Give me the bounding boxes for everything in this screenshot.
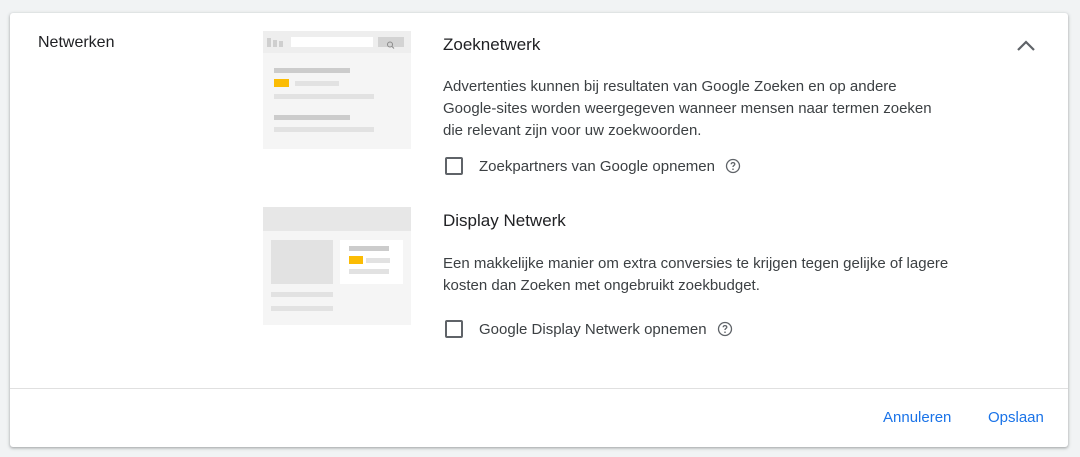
chevron-up-icon bbox=[1017, 40, 1035, 51]
description-line: Google-sites worden weergegeven wanneer … bbox=[443, 100, 932, 117]
section-label: Netwerken bbox=[38, 34, 115, 51]
display-network-label: Google Display Netwerk opnemen bbox=[479, 320, 707, 338]
search-network-description: Advertenties kunnen bij resultaten van G… bbox=[443, 76, 932, 142]
display-network-checkbox[interactable] bbox=[445, 320, 463, 338]
display-network-illustration bbox=[263, 207, 411, 325]
cancel-button[interactable]: Annuleren bbox=[883, 409, 951, 426]
search-network-illustration bbox=[263, 31, 411, 149]
search-partners-label: Zoekpartners van Google opnemen bbox=[479, 157, 715, 175]
search-partners-checkbox[interactable] bbox=[445, 157, 463, 175]
footer-divider bbox=[10, 388, 1068, 389]
display-network-description: Een makkelijke manier om extra conversie… bbox=[443, 253, 948, 297]
search-network-title: Zoeknetwerk bbox=[443, 35, 541, 54]
display-network-title: Display Netwerk bbox=[443, 211, 566, 230]
search-icon bbox=[378, 37, 404, 49]
search-partners-option[interactable]: Zoekpartners van Google opnemen bbox=[445, 157, 741, 175]
description-line: kosten dan Zoeken met ongebruikt zoekbud… bbox=[443, 277, 760, 294]
help-circle-icon[interactable] bbox=[725, 158, 741, 174]
display-network-option[interactable]: Google Display Netwerk opnemen bbox=[445, 320, 733, 338]
description-line: die relevant zijn voor uw zoekwoorden. bbox=[443, 122, 702, 139]
save-button[interactable]: Opslaan bbox=[988, 409, 1044, 426]
collapse-button[interactable] bbox=[1012, 35, 1040, 55]
description-line: Een makkelijke manier om extra conversie… bbox=[443, 255, 949, 272]
help-circle-icon[interactable] bbox=[717, 321, 733, 337]
networks-settings-card: Netwerken Zoeknetwerk Advertenties kunne… bbox=[10, 13, 1068, 447]
description-line: Advertenties kunnen bij resultaten van G… bbox=[443, 78, 897, 95]
